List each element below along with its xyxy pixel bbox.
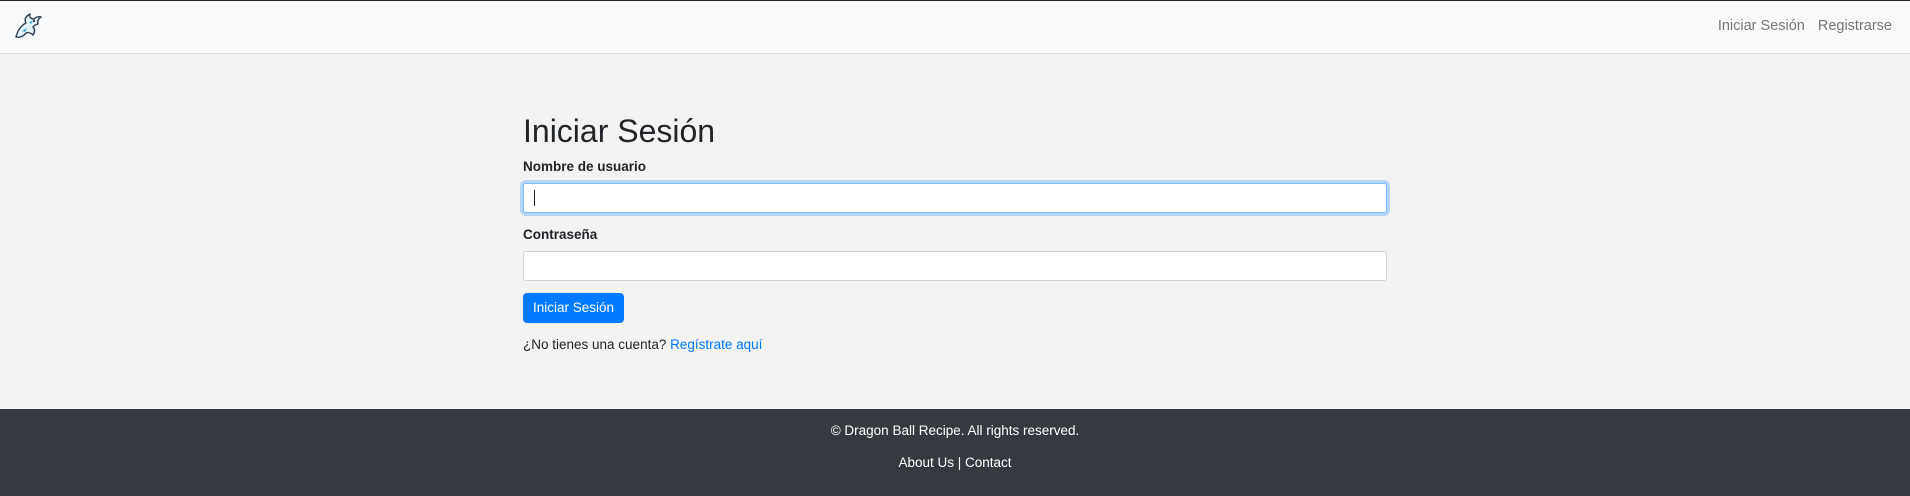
password-input[interactable]	[523, 251, 1387, 282]
login-submit-button[interactable]: Iniciar Sesión	[523, 293, 625, 324]
dragon-logo-icon[interactable]	[12, 11, 44, 43]
password-field-wrap	[523, 251, 1387, 282]
footer-contact-link[interactable]: Contact	[965, 455, 1012, 470]
signup-prompt-text: ¿No tienes una cuenta?	[523, 337, 667, 353]
nav-register-link[interactable]: Registrarse	[1818, 18, 1892, 34]
page-title: Iniciar Sesión	[523, 113, 716, 149]
nav-links: Iniciar Sesión Registrarse	[1718, 18, 1892, 34]
nav-login-link[interactable]: Iniciar Sesión	[1718, 18, 1805, 34]
footer-links: About Us | Contact	[0, 455, 1910, 470]
signup-link[interactable]: Regístrate aquí	[670, 337, 762, 352]
text-cursor	[534, 190, 535, 207]
signup-prompt: ¿No tienes una cuenta? Regístrate aquí	[523, 337, 1387, 352]
username-field-wrap	[523, 183, 1387, 214]
footer-separator: |	[957, 455, 962, 470]
footer-copyright: © Dragon Ball Recipe. All rights reserve…	[830, 423, 1080, 438]
username-input[interactable]	[523, 183, 1387, 214]
password-label: Contraseña	[523, 227, 598, 243]
footer-about-link[interactable]: About Us	[898, 455, 954, 470]
navbar: Iniciar Sesión Registrarse	[0, 0, 1910, 54]
username-label: Nombre de usuario	[523, 159, 647, 175]
login-form: Iniciar Sesión Nombre de usuario Contras…	[523, 112, 1387, 352]
footer: © Dragon Ball Recipe. All rights reserve…	[0, 409, 1910, 496]
main-content: Iniciar Sesión Nombre de usuario Contras…	[0, 54, 1910, 409]
